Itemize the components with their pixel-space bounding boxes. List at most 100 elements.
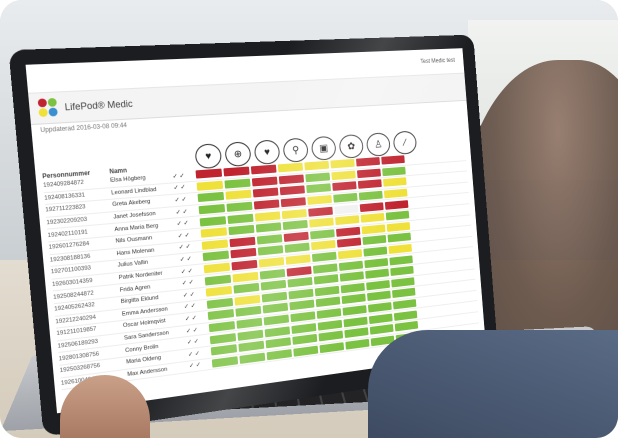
status-cell-green[interactable] (319, 341, 345, 353)
status-cell-green[interactable] (287, 277, 313, 288)
status-cell-green[interactable] (289, 299, 315, 311)
status-cell-red[interactable] (280, 197, 306, 208)
status-cell-green[interactable] (233, 283, 260, 294)
status-cell-yellow[interactable] (360, 213, 385, 224)
status-cell-green[interactable] (255, 222, 282, 233)
status-cell-green[interactable] (227, 213, 254, 224)
status-cell-green[interactable] (311, 251, 337, 263)
status-cell-red[interactable] (230, 248, 257, 259)
status-cell-yellow[interactable] (304, 161, 330, 171)
status-cell-green[interactable] (342, 305, 367, 316)
status-cell-red[interactable] (195, 168, 223, 179)
status-cell-yellow[interactable] (225, 190, 252, 201)
status-cell-green[interactable] (344, 327, 369, 339)
status-cell-green[interactable] (340, 282, 365, 294)
status-cell-green[interactable] (282, 220, 308, 231)
status-cell-green[interactable] (291, 322, 317, 334)
status-cell-green[interactable] (259, 268, 286, 280)
status-cell-green[interactable] (202, 250, 230, 262)
status-cell-red[interactable] (336, 237, 362, 249)
status-cell-green[interactable] (260, 280, 287, 291)
status-cell-green[interactable] (305, 172, 331, 183)
status-cell-yellow[interactable] (200, 227, 228, 239)
status-cell-green[interactable] (367, 302, 392, 313)
status-cell-red[interactable] (356, 168, 381, 179)
status-cell-green[interactable] (339, 271, 365, 282)
status-cell-green[interactable] (226, 201, 253, 212)
status-cell-green[interactable] (257, 245, 284, 257)
status-cell-red[interactable] (384, 199, 409, 210)
status-cell-green[interactable] (310, 229, 335, 240)
status-cell-green[interactable] (204, 274, 232, 286)
status-cell-yellow[interactable] (310, 240, 336, 251)
status-cell-green[interactable] (318, 330, 344, 342)
medicine-icon[interactable]: ⊕ (224, 141, 252, 168)
status-cell-yellow[interactable] (388, 243, 412, 255)
status-cell-green[interactable] (312, 263, 338, 274)
status-cell-green[interactable] (288, 288, 314, 300)
status-cell-yellow[interactable] (386, 221, 411, 232)
status-cell-green[interactable] (263, 314, 290, 326)
status-cell-yellow[interactable] (337, 249, 363, 260)
status-cell-red[interactable] (250, 164, 277, 175)
status-cell-yellow[interactable] (383, 188, 408, 199)
status-cell-yellow[interactable] (203, 262, 231, 274)
status-cell-green[interactable] (393, 310, 418, 321)
status-cell-green[interactable] (392, 288, 416, 299)
status-cell-yellow[interactable] (309, 217, 334, 228)
status-cell-yellow[interactable] (307, 195, 332, 206)
status-cell-green[interactable] (392, 299, 417, 310)
status-cell-red[interactable] (283, 231, 309, 242)
status-cell-red[interactable] (308, 206, 333, 217)
status-cell-green[interactable] (367, 290, 391, 302)
status-cell-green[interactable] (362, 235, 387, 246)
status-cell-green[interactable] (211, 355, 239, 368)
status-cell-green[interactable] (314, 285, 340, 297)
status-cell-yellow[interactable] (335, 215, 360, 226)
status-cell-red[interactable] (231, 259, 258, 271)
status-cell-yellow[interactable] (196, 180, 224, 191)
status-cell-green[interactable] (198, 204, 226, 215)
status-cell-green[interactable] (316, 308, 342, 319)
status-cell-green[interactable] (208, 321, 236, 333)
heart-icon[interactable]: ♥ (194, 143, 223, 170)
status-cell-red[interactable] (251, 176, 278, 187)
status-cell-red[interactable] (332, 181, 357, 192)
status-cell-green[interactable] (262, 303, 289, 314)
status-cell-green[interactable] (364, 257, 389, 268)
status-cell-green[interactable] (264, 325, 291, 338)
status-cell-green[interactable] (261, 291, 288, 303)
status-cell-yellow[interactable] (285, 254, 311, 265)
user-menu[interactable]: Test Medic test (420, 58, 455, 65)
status-cell-green[interactable] (224, 178, 251, 189)
status-cell-green[interactable] (313, 274, 339, 285)
status-cell-green[interactable] (387, 232, 412, 243)
status-cell-green[interactable] (394, 321, 419, 332)
status-cell-green[interactable] (265, 337, 292, 349)
status-cell-red[interactable] (356, 157, 381, 167)
status-cell-yellow[interactable] (234, 294, 261, 306)
status-cell-green[interactable] (363, 246, 388, 257)
status-cell-yellow[interactable] (258, 257, 285, 268)
status-cell-green[interactable] (238, 340, 265, 353)
status-cell-red[interactable] (279, 185, 306, 196)
status-cell-green[interactable] (306, 183, 332, 194)
status-cell-yellow[interactable] (281, 208, 307, 219)
status-cell-yellow[interactable] (254, 211, 281, 222)
status-cell-green[interactable] (206, 297, 234, 309)
status-cell-yellow[interactable] (330, 159, 355, 169)
care-icon[interactable]: ✿ (338, 133, 365, 159)
status-cell-red[interactable] (286, 265, 312, 277)
status-cell-green[interactable] (369, 324, 394, 335)
status-cell-green[interactable] (365, 268, 390, 280)
status-cell-yellow[interactable] (201, 239, 229, 250)
status-cell-green[interactable] (345, 338, 370, 350)
status-cell-yellow[interactable] (331, 170, 356, 181)
status-cell-red[interactable] (335, 226, 361, 237)
status-cell-red[interactable] (357, 179, 382, 190)
calendar-icon[interactable]: ▣ (310, 135, 337, 161)
status-cell-yellow[interactable] (277, 162, 304, 173)
status-cell-red[interactable] (252, 187, 279, 199)
status-cell-green[interactable] (235, 306, 262, 318)
status-cell-red[interactable] (278, 174, 305, 185)
